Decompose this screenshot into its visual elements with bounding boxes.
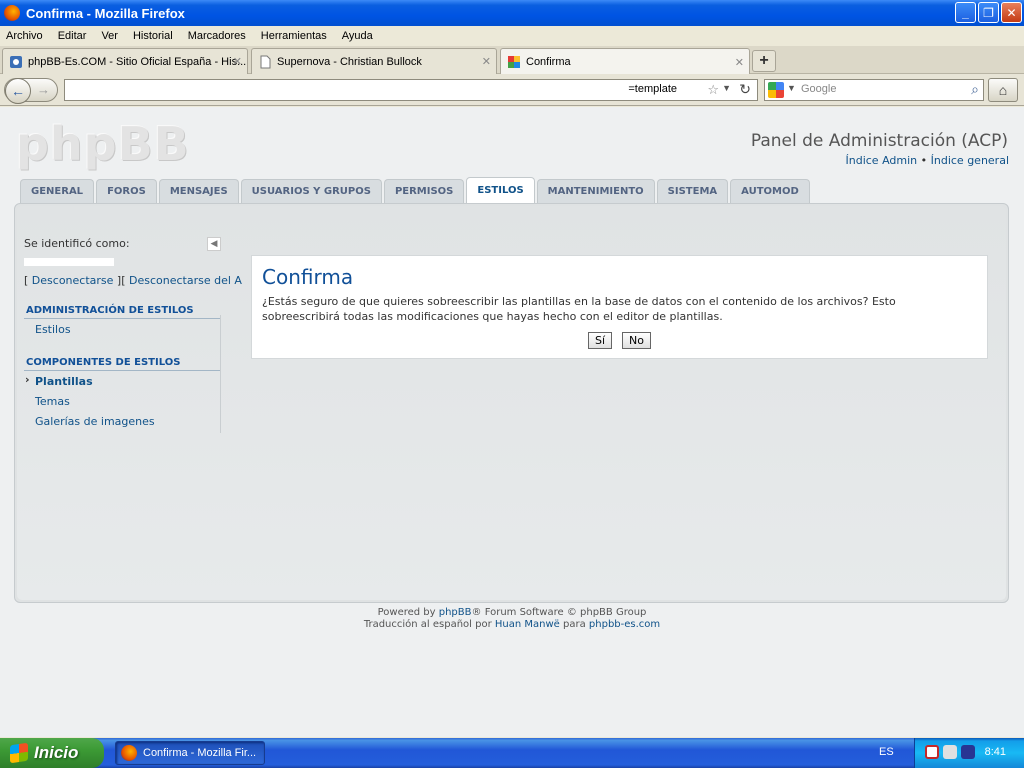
new-tab-button[interactable]: + (752, 50, 776, 72)
google-icon (768, 82, 784, 98)
start-button[interactable]: Inicio (0, 738, 104, 768)
phpbb-es-link[interactable]: phpbb-es.com (589, 619, 660, 630)
sidebar-item-temas[interactable]: Temas (24, 391, 222, 411)
minimize-button[interactable]: _ (955, 2, 976, 23)
url-dropdown-icon[interactable]: ▼ (722, 83, 731, 93)
browser-tab-label: Confirma (526, 56, 571, 68)
back-forward-group: ← → (4, 78, 58, 104)
network-icon[interactable] (943, 745, 957, 759)
phpbb-favicon-icon (10, 55, 22, 68)
tab-general[interactable]: GENERAL (20, 179, 95, 203)
close-tab-icon[interactable]: ✕ (482, 55, 491, 68)
phpbb-link[interactable]: phpBB (439, 607, 472, 618)
antivirus-icon[interactable] (925, 745, 939, 759)
maximize-button[interactable]: ❐ (978, 2, 999, 23)
logout-link[interactable]: Desconectarse (32, 274, 114, 287)
sidebar-heading-componentes: COMPONENTES DE ESTILOS (24, 357, 220, 371)
confirm-title: Confirma (262, 265, 354, 289)
link-separator: • (920, 154, 928, 167)
tab-mantenimiento[interactable]: MANTENIMIENTO (536, 179, 655, 203)
bookmark-star-icon[interactable]: ☆ (707, 82, 719, 98)
page-footer: Powered by phpBB® Forum Software © phpBB… (363, 607, 661, 630)
page-icon (260, 55, 271, 68)
tab-permisos[interactable]: PERMISOS (383, 179, 465, 203)
sidebar-item-plantillas[interactable]: Plantillas (24, 371, 222, 391)
username-redacted (24, 258, 114, 266)
menu-marcadores[interactable]: Marcadores (188, 30, 246, 42)
tab-mensajes[interactable]: MENSAJES (158, 179, 239, 203)
search-icon[interactable]: ⌕ (971, 81, 979, 98)
browser-tab-strip: phpBB-Es.COM - Sitio Oficial España - Hi… (0, 46, 1024, 75)
back-icon[interactable]: ← (5, 78, 31, 104)
sidebar-divider (220, 315, 221, 433)
collapse-sidebar-icon[interactable]: ◀ (207, 237, 221, 251)
menu-historial[interactable]: Historial (133, 30, 173, 42)
sidebar-item-estilos[interactable]: Estilos (24, 319, 222, 339)
sidebar-item-galerias[interactable]: Galerías de imagenes (24, 411, 222, 431)
header-links: Índice Admin • Índice general (846, 154, 1010, 167)
browser-tab-confirma[interactable]: Confirma ✕ (500, 48, 750, 75)
web-page: phpBB Panel de Administración (ACP) Índi… (0, 107, 1024, 737)
identified-as-label: Se identificó como: (24, 237, 130, 250)
window-titlebar: Confirma - Mozilla Firefox _ ❐ ✕ (0, 0, 1024, 26)
acp-tabs: GENERAL FOROS MENSAJES USUARIOS Y GRUPOS… (20, 177, 812, 203)
taskbar-item-firefox[interactable]: Confirma - Mozilla Fir... (115, 741, 265, 765)
confirm-message: ¿Estás seguro de que quieres sobreescrib… (262, 295, 896, 323)
sidebar: Se identificó como: ◀ [ Desconectarse ][… (24, 237, 242, 431)
forward-icon[interactable]: → (37, 82, 50, 97)
url-bar[interactable]: =template ☆ ▼ ↻ (64, 79, 758, 101)
window-title: Confirma - Mozilla Firefox (26, 5, 185, 21)
firefox-icon (121, 745, 137, 761)
tab-foros[interactable]: FOROS (96, 179, 157, 203)
firefox-icon (4, 5, 20, 21)
menu-bar: Archivo Editar Ver Historial Marcadores … (0, 26, 1024, 46)
browser-tab-label: Supernova - Christian Bullock (277, 55, 422, 68)
url-text: =template (628, 83, 677, 95)
menu-herramientas[interactable]: Herramientas (261, 30, 327, 42)
translator-link[interactable]: Huan Manwë (495, 619, 560, 630)
yes-button[interactable]: Sí (588, 332, 613, 349)
search-engine-dropdown-icon[interactable]: ▼ (787, 83, 796, 93)
style-favicon-icon (508, 56, 520, 68)
page-title: Panel de Administración (ACP) (750, 131, 1008, 151)
tab-usuarios-grupos[interactable]: USUARIOS Y GRUPOS (240, 179, 382, 203)
menu-ayuda[interactable]: Ayuda (342, 30, 373, 42)
windows-logo-icon (10, 742, 28, 764)
logout-links: [ Desconectarse ][ Desconectarse del A (24, 274, 242, 287)
language-indicator[interactable]: ES (879, 746, 894, 758)
tab-automod[interactable]: AUTOMOD (730, 179, 810, 203)
tab-sistema[interactable]: SISTEMA (656, 179, 729, 203)
general-index-link[interactable]: Índice general (931, 154, 1009, 167)
logout-admin-link[interactable]: Desconectarse del A (129, 274, 242, 287)
home-button[interactable]: ⌂ (988, 78, 1018, 102)
phpbb-logo[interactable]: phpBB (16, 117, 190, 171)
tab-estilos[interactable]: ESTILOS (466, 177, 535, 203)
close-window-button[interactable]: ✕ (1001, 2, 1022, 23)
menu-ver[interactable]: Ver (101, 30, 118, 42)
admin-index-link[interactable]: Índice Admin (846, 154, 918, 167)
close-tab-icon[interactable]: ✕ (735, 56, 744, 69)
reload-icon[interactable]: ↻ (739, 81, 751, 98)
menu-archivo[interactable]: Archivo (6, 30, 43, 42)
no-button[interactable]: No (622, 332, 652, 349)
taskbar: Inicio Confirma - Mozilla Fir... ES 8:41 (0, 738, 1024, 768)
monitor-icon[interactable] (961, 745, 975, 759)
browser-tab-supernova[interactable]: Supernova - Christian Bullock ✕ (251, 48, 497, 74)
browser-tab-phpbb-es[interactable]: phpBB-Es.COM - Sitio Oficial España - Hi… (2, 48, 248, 74)
search-placeholder: Google (801, 83, 837, 95)
menu-editar[interactable]: Editar (58, 30, 87, 42)
navigation-bar: ← → =template ☆ ▼ ↻ ▼ Google ⌕ ⌂ (0, 74, 1024, 106)
system-tray: 8:41 (914, 738, 1024, 768)
confirm-dialog: Confirma ¿Estás seguro de que quieres so… (251, 255, 988, 359)
search-input[interactable]: ▼ Google ⌕ (764, 79, 984, 101)
sidebar-heading-admin-estilos: ADMINISTRACIÓN DE ESTILOS (24, 305, 220, 319)
browser-tab-label: phpBB-Es.COM - Sitio Oficial España - Hi… (28, 55, 247, 68)
clock: 8:41 (984, 746, 1006, 758)
close-tab-icon[interactable]: ✕ (233, 55, 242, 68)
